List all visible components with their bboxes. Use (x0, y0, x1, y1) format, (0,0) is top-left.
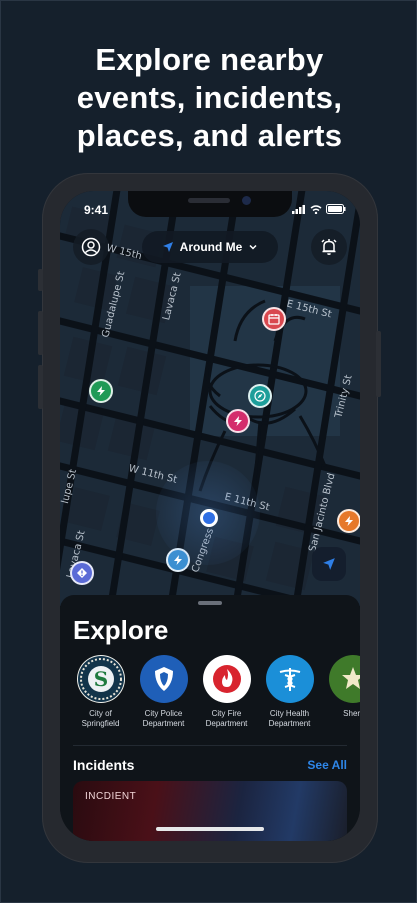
agency-city-of-springfield[interactable]: S City of Springfield (72, 655, 129, 729)
location-selector[interactable]: Around Me (142, 231, 278, 263)
notch (128, 191, 292, 217)
wifi-icon (310, 204, 322, 214)
status-time: 9:41 (84, 203, 109, 217)
front-camera (242, 196, 251, 205)
agency-label: City Fire Department (205, 709, 248, 728)
incidents-header: Incidents See All (73, 757, 347, 773)
police-badge-icon (139, 655, 188, 703)
battery-icon (326, 204, 346, 214)
recenter-button[interactable] (312, 547, 346, 581)
headline-line-2: events, incidents, (76, 80, 343, 115)
incident-tag: INCDIENT (85, 791, 137, 802)
place-marker[interactable] (248, 384, 272, 408)
chevron-down-icon (249, 244, 257, 250)
agency-label: City Health Department (268, 709, 311, 728)
agency-city-health[interactable]: City Health Department (261, 655, 318, 729)
map-view[interactable]: 9:41 Around Me W 15th Lavaca St Guadalup… (60, 191, 360, 606)
calendar-icon (268, 314, 280, 325)
signal-icon (292, 204, 305, 214)
agency-label: City of Springfield (81, 709, 120, 728)
incident-marker-green[interactable] (89, 379, 113, 403)
speaker (188, 198, 230, 203)
alarm-bell-icon (321, 239, 337, 255)
user-icon (81, 237, 101, 257)
navigation-arrow-icon (162, 242, 173, 252)
event-marker[interactable] (262, 307, 286, 331)
current-location-dot (200, 509, 218, 527)
navigation-arrow-icon (323, 558, 335, 570)
headline-line-1: Explore nearby (95, 42, 324, 77)
see-all-link[interactable]: See All (307, 758, 347, 772)
status-icons (292, 204, 346, 214)
sheet-grabber[interactable] (198, 601, 222, 605)
explore-title: Explore (73, 615, 169, 645)
headline: Explore nearby events, incidents, places… (1, 41, 417, 155)
home-indicator[interactable] (156, 827, 264, 831)
lightning-icon (345, 516, 353, 526)
seal-icon: S (76, 655, 125, 703)
agency-sheriff[interactable]: Sheri (324, 655, 360, 729)
agency-city-fire[interactable]: City Fire Department (198, 655, 255, 729)
compass-icon (254, 390, 266, 402)
agency-label: Sheri (343, 709, 360, 718)
sheriff-star-icon (328, 655, 360, 703)
divider (73, 745, 347, 746)
phone-screen: 9:41 Around Me W 15th Lavaca St Guadalup… (60, 191, 360, 841)
alerts-button[interactable] (311, 229, 347, 265)
lightning-icon (97, 386, 105, 396)
agency-carousel[interactable]: S City of Springfield City Police Departme… (72, 655, 360, 729)
volume-up-button (38, 311, 43, 355)
caduceus-icon (265, 655, 314, 703)
location-label: Around Me (179, 240, 243, 254)
volume-down-button (38, 365, 43, 409)
alert-marker[interactable] (70, 561, 94, 585)
profile-button[interactable] (73, 229, 109, 265)
alert-diamond-icon (77, 568, 87, 578)
explore-sheet[interactable]: Explore S City of Springfield City Polic… (60, 595, 360, 841)
headline-line-3: places, and alerts (76, 118, 343, 153)
power-button (376, 331, 381, 397)
incident-marker-orange[interactable] (337, 509, 360, 533)
agency-city-police[interactable]: City Police Department (135, 655, 192, 729)
agency-label: City Police Department (142, 709, 185, 728)
fire-icon (202, 655, 251, 703)
incident-marker-pink[interactable] (226, 409, 250, 433)
incidents-title: Incidents (73, 757, 135, 773)
incident-card[interactable]: INCDIENT (73, 781, 347, 841)
lightning-icon (234, 416, 242, 426)
seal-letter: S (93, 667, 107, 691)
mute-switch (38, 269, 43, 291)
